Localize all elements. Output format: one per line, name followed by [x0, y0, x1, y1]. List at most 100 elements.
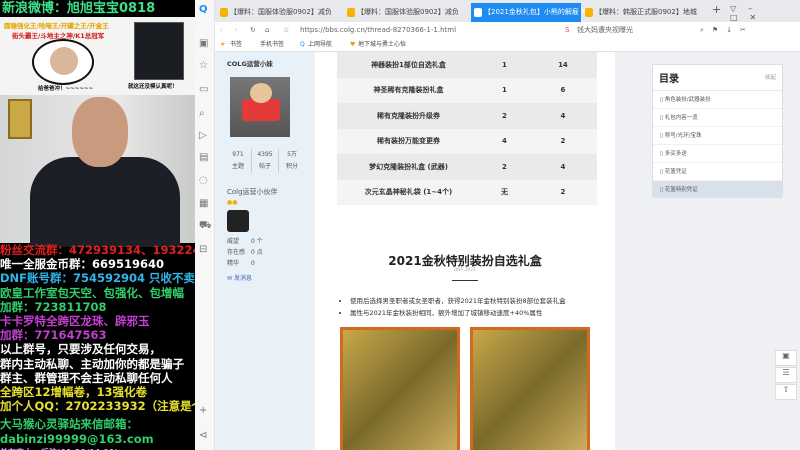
overlay-line: 单车恋人 - 后弦(01:23/04:09) — [0, 446, 195, 450]
overlay-line: 群主、群管理不会主动私聊任何人 — [0, 370, 173, 385]
toc-item[interactable]: ▯ 花篮凭证 — [653, 163, 782, 181]
new-tab-button[interactable]: + — [712, 3, 721, 16]
video-icon[interactable]: ▷ — [199, 130, 207, 141]
meme-image: 圆锤强化王/哈喵王/开罐之王/开盒王 街头霸王/斗地主之神/K1总冠军 给爸爸冲… — [0, 17, 195, 95]
user-stat[interactable]: 971 主题 — [225, 149, 252, 173]
username[interactable]: COLG运营小妹 — [220, 52, 310, 74]
float-button[interactable]: ▣ — [775, 350, 797, 366]
toc-item[interactable]: ▯ 多买多送 — [653, 145, 782, 163]
tab[interactable]: 【爆料：国服体验服0902】减负 — [344, 3, 470, 22]
url-input[interactable]: https://bbs.colg.cn/thread-8270366-1-1.h… — [300, 22, 600, 38]
overlay-line: 卡卡罗特全跨区龙珠、辟邪玉 — [0, 314, 150, 329]
overlay-line: 加群：771647563 — [0, 328, 107, 343]
table-row: 神器装扮1部位自选礼盒 1 14 — [337, 52, 597, 78]
bookmark[interactable]: 书签 — [230, 38, 242, 52]
table-row: 神圣稀有克隆装扮礼盒 1 6 — [337, 77, 597, 103]
send-message-link[interactable]: ✉ 发消息 — [227, 273, 303, 282]
game-screenshot — [134, 22, 184, 80]
bookmarks-bar: ★ 书签 手机书签 Q 上网导航 ♥ 地下城与勇士心怡 — [215, 38, 800, 52]
meme-face — [50, 47, 78, 75]
overlay-line: 以上群号，只要涉及任何交易， — [0, 342, 161, 357]
table-cell: 14 — [528, 52, 597, 78]
meme-caption-right: 就这还没模认真呢！ — [128, 84, 178, 90]
meme-caption-left: 给爸爸冲！~~~~~~ — [38, 86, 94, 92]
collapse-icon[interactable]: ⊲ — [199, 430, 207, 441]
user-stat[interactable]: 4395 帖子 — [252, 149, 279, 173]
overlay-line: 群内主动私聊、主动加你的都是骗子 — [0, 356, 184, 371]
article: 神器装扮1部位自选礼盒 1 14 神圣稀有克隆装扮礼盒 1 6 稀有克隆装扮升级券 2 4 稀有装… — [315, 52, 615, 450]
game-icon[interactable]: ▤ — [199, 152, 208, 163]
bookmark[interactable]: 上网导航 — [308, 38, 332, 52]
page-content: COLG运营小妹 971 主题 4395 帖子 5万 积分 Colg运营小伙伴 ●● 威望… — [215, 52, 800, 450]
toolbox-icon[interactable]: ⊟ — [199, 244, 207, 255]
bookmark-star-icon[interactable]: ☆ — [283, 22, 289, 38]
user-field: 精华 0 — [227, 260, 255, 267]
emoji-icon: ●● — [227, 199, 238, 206]
scroll-top-button[interactable]: ⇧ — [775, 384, 797, 400]
float-button[interactable]: ☰ — [775, 367, 797, 383]
divider — [452, 280, 478, 281]
overlay-line: 大马猴心灵驿站来信邮箱： — [0, 417, 138, 432]
tab[interactable]: 【爆料：国服体验服0902】减负 — [217, 3, 343, 22]
toc-collapse-button[interactable]: 收起 — [765, 73, 776, 81]
home-button[interactable]: ⌂ — [265, 22, 269, 38]
costume-image — [470, 327, 590, 450]
table-cell: 4 — [528, 103, 597, 129]
user-field: 威望 0 个 — [227, 238, 263, 245]
overlay-text: 粉丝交流群：472939134、193224471唯一全服金币群：6695196… — [0, 243, 195, 450]
tab-title: 【爆料：国服体验服0902】减负 — [357, 8, 459, 16]
reload-button[interactable]: ↻ — [250, 22, 256, 38]
table-cell: 神圣稀有克隆装扮礼盒 — [337, 77, 480, 103]
table-cell: 6 — [528, 77, 597, 103]
search-hint[interactable]: 钱大妈遭央视曝光 — [577, 22, 633, 38]
table-cell: 1 — [480, 77, 529, 103]
table-cell: 无 — [480, 179, 529, 205]
toc-item[interactable]: ▯ 礼包内容一览 — [653, 109, 782, 127]
webcam-feed — [0, 95, 195, 247]
cart-icon[interactable]: ⛟ — [199, 220, 212, 233]
stream-overlay: 新浪微博：旭旭宝宝0818 圆锤强化王/哈喵王/开罐之王/开盒王 街头霸王/斗地… — [0, 0, 195, 450]
avatar[interactable] — [230, 77, 290, 137]
user-panel: COLG运营小妹 971 主题 4395 帖子 5万 积分 Colg运营小伙伴 ●● 威望… — [220, 52, 310, 450]
bookmark[interactable]: 地下城与勇士心怡 — [358, 38, 406, 52]
search-icon[interactable]: ⌕ — [199, 108, 205, 119]
address-bar: ‹ › ↻ ⌂ ☆ https://bbs.colg.cn/thread-827… — [215, 22, 800, 50]
toc-title: 目录 — [659, 74, 679, 85]
overlay-line: 加群：723811708 — [0, 299, 107, 314]
overlay-line: 加个人QQ：2702233932（注意是个人QQ — [0, 399, 195, 414]
bullet-list: 使用后选择男圣职者或女圣职者，获得2021年金秋特别装扮8部位套装礼盒属性与20… — [350, 295, 566, 319]
sidebar-icon[interactable]: ▣ — [199, 38, 208, 49]
table-cell: 2 — [480, 154, 529, 180]
streamer-body — [30, 157, 180, 247]
tab-bar: 【爆料：国服体验服0902】减负 【爆料：国服体验服0902】减负 【2021金… — [215, 0, 800, 22]
toc-item[interactable]: ▯ 称号/光环/宝珠 — [653, 127, 782, 145]
chat-icon[interactable]: ◌ — [199, 175, 208, 186]
forward-button[interactable]: › — [235, 22, 238, 38]
reader-icon[interactable]: ▭ — [199, 84, 208, 95]
table-row: 稀有克隆装扮升级券 2 4 — [337, 103, 597, 129]
tab-title: 【2021金秋礼包】小熊的解雇 — [484, 8, 579, 16]
bullet-item: 使用后选择男圣职者或女圣职者，获得2021年金秋特别装扮8部位套装礼盒 — [350, 295, 566, 307]
tab[interactable]: 【爆料：韩服正式服0902】地城 — [582, 3, 708, 22]
overlay-line: DNF账号群：754592904 只收不卖 — [0, 271, 195, 286]
translate-icon[interactable]: ▦ — [199, 198, 208, 209]
section-title: 2021金秋特别装扮自选礼盒 — [388, 254, 542, 268]
table-row: 次元玄晶神秘礼袋 (1~4个) 无 2 — [337, 179, 597, 205]
table-cell: 4 — [480, 128, 529, 154]
weibo-title: 新浪微博：旭旭宝宝0818 — [2, 1, 156, 16]
toc-item[interactable]: ▯ 角色装扮/武器装扮 — [653, 91, 782, 109]
tab-active[interactable]: 【2021金秋礼包】小熊的解雇 ✕ — [471, 3, 587, 22]
star-icon[interactable]: ☆ — [199, 60, 208, 71]
add-icon[interactable]: + — [199, 405, 207, 416]
table-cell: 梦幻克隆装扮礼盒 (武器) — [337, 154, 480, 180]
bookmark[interactable]: 手机书签 — [260, 38, 284, 52]
search-engine-icon[interactable]: S — [565, 22, 569, 38]
window-controls[interactable]: ▽–□✕ — [730, 4, 800, 22]
medal-icon — [227, 210, 249, 232]
back-button[interactable]: ‹ — [220, 22, 223, 38]
table-row: 稀有装扮万能变更券 4 2 — [337, 128, 597, 154]
tab-title: 【爆料：韩服正式服0902】地城 — [595, 8, 697, 16]
toc-item[interactable]: ▯ 花篮特别凭证 — [653, 181, 782, 199]
user-group: Colg运营小伙伴 — [227, 188, 278, 196]
user-stat[interactable]: 5万 积分 — [279, 149, 305, 173]
